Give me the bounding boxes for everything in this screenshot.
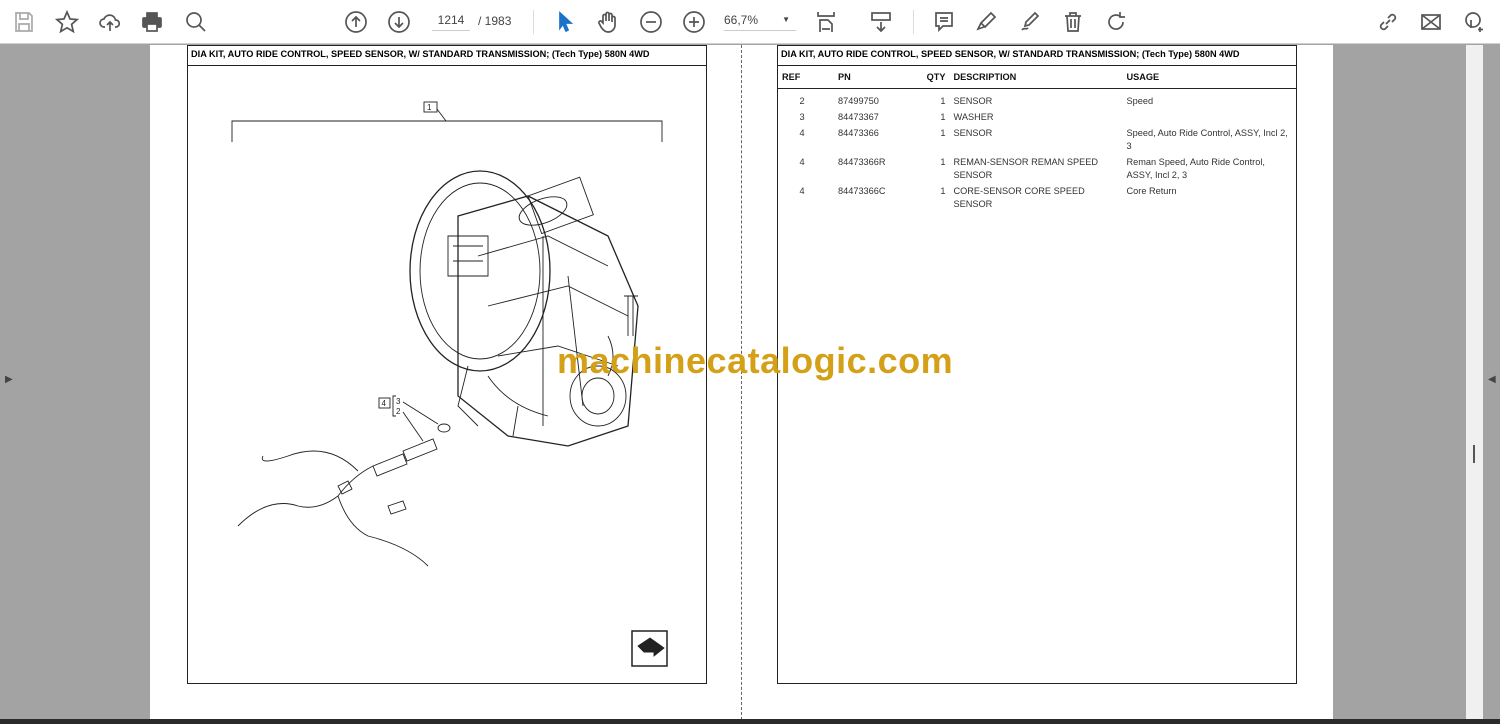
page-number-input[interactable]: 1214 <box>432 13 470 31</box>
col-pn: PN <box>826 66 890 89</box>
cell-description: REMAN-SENSOR REMAN SPEED SENSOR <box>953 157 1098 180</box>
cell-pn: 87499750 <box>838 96 879 106</box>
table-row: 4 84473366 1 SENSOR Speed, Auto Ride Control… <box>778 125 1296 154</box>
search-zoom-icon[interactable] <box>182 8 210 36</box>
cell-qty: 1 <box>940 157 946 167</box>
zoom-out-icon[interactable] <box>637 8 665 36</box>
taskbar-edge <box>0 719 1500 724</box>
watermark: machinecatalogic.com <box>557 340 954 381</box>
cell-pn: 84473366R <box>838 157 886 167</box>
add-user-icon[interactable] <box>1460 8 1488 36</box>
toolbar: 1214 / 1983 66,7% ▼ <box>0 0 1500 44</box>
table-row: 2 87499750 1 SENSOR Speed <box>778 89 1296 110</box>
parts-table: REF PN QTY DESCRIPTION USAGE 2 87499750 1 S… <box>778 66 1296 212</box>
col-ref: REF <box>778 66 826 89</box>
bracket-line <box>231 108 663 142</box>
scroll-mode-icon[interactable] <box>867 8 895 36</box>
table-row: 3 84473367 1 WASHER <box>778 109 1296 125</box>
cell-qty: 1 <box>940 128 946 138</box>
col-qty: QTY <box>889 66 950 89</box>
callout-1: 1 <box>427 103 432 112</box>
cell-description: WASHER <box>953 112 994 122</box>
cell-ref: 4 <box>799 157 805 167</box>
rotate-icon[interactable] <box>1102 8 1130 36</box>
zoom-in-icon[interactable] <box>680 8 708 36</box>
cell-description: CORE-SENSOR CORE SPEED SENSOR <box>953 186 1085 209</box>
print-icon[interactable] <box>138 8 166 36</box>
callout-3: 3 <box>396 397 401 406</box>
page-up-icon[interactable] <box>342 8 370 36</box>
left-page-title: DIA KIT, AUTO RIDE CONTROL, SPEED SENSOR… <box>188 46 706 66</box>
transmission-illustration <box>409 170 639 447</box>
cell-pn: 84473367 <box>838 112 879 122</box>
cell-usage: Core Return <box>1126 186 1177 196</box>
sign-icon[interactable] <box>1016 8 1044 36</box>
table-row: 4 84473366R 1 REMAN-SENSOR REMAN SPEED SENS… <box>778 154 1296 183</box>
separator <box>533 10 534 34</box>
cell-qty: 1 <box>940 96 946 106</box>
col-description: DESCRIPTION <box>949 66 1123 89</box>
star-icon[interactable] <box>53 8 81 36</box>
speed-sensor <box>372 438 438 477</box>
cell-usage: Speed <box>1126 96 1154 106</box>
page-total: / 1983 <box>478 14 512 28</box>
right-panel-toggle-icon[interactable]: ◀ <box>1488 374 1496 385</box>
wiring-harness <box>237 450 429 567</box>
document-view: DIA KIT, AUTO RIDE CONTROL, SPEED SENSOR… <box>150 45 1333 720</box>
cell-qty: 1 <box>940 112 946 122</box>
washer <box>437 423 451 433</box>
cell-ref: 4 <box>799 186 805 196</box>
cell-ref: 3 <box>799 112 805 122</box>
table-row: 4 84473366C 1 CORE-SENSOR CORE SPEED SENSOR… <box>778 183 1296 212</box>
select-arrow-icon[interactable] <box>551 8 579 36</box>
hand-icon[interactable] <box>594 8 622 36</box>
delete-icon[interactable] <box>1059 8 1087 36</box>
left-panel-toggle-icon[interactable]: ▶ <box>5 374 13 385</box>
cell-usage <box>1123 109 1296 125</box>
highlight-icon[interactable] <box>973 8 1001 36</box>
cell-usage: Speed, Auto Ride Control, ASSY, Incl 2, … <box>1126 128 1288 151</box>
separator <box>913 10 914 34</box>
cell-qty: 1 <box>940 186 946 196</box>
cell-ref: 4 <box>799 128 805 138</box>
col-usage: USAGE <box>1122 66 1296 89</box>
cell-pn: 84473366C <box>838 186 886 196</box>
zoom-level: 66,7% <box>724 13 759 27</box>
cell-ref: 2 <box>799 96 805 106</box>
cell-description: SENSOR <box>953 128 993 138</box>
right-page-title: DIA KIT, AUTO RIDE CONTROL, SPEED SENSOR… <box>778 46 1296 66</box>
cell-usage: Reman Speed, Auto Ride Control, ASSY, In… <box>1126 157 1265 180</box>
page-down-icon[interactable] <box>385 8 413 36</box>
page-divider <box>741 45 742 720</box>
callout-2: 2 <box>396 407 401 416</box>
zoom-level-dropdown[interactable]: 66,7% ▼ <box>724 13 796 31</box>
comment-icon[interactable] <box>930 8 958 36</box>
save-icon[interactable] <box>10 8 38 36</box>
cell-description: SENSOR <box>953 96 993 106</box>
fit-page-icon[interactable] <box>812 8 840 36</box>
cell-pn: 84473366 <box>838 128 879 138</box>
scrollbar[interactable] <box>1466 45 1483 724</box>
chevron-down-icon: ▼ <box>782 15 790 24</box>
share-link-icon[interactable] <box>1374 8 1402 36</box>
upload-cloud-icon[interactable] <box>96 8 124 36</box>
email-icon[interactable] <box>1417 8 1445 36</box>
callout-4: 4 <box>382 399 387 408</box>
